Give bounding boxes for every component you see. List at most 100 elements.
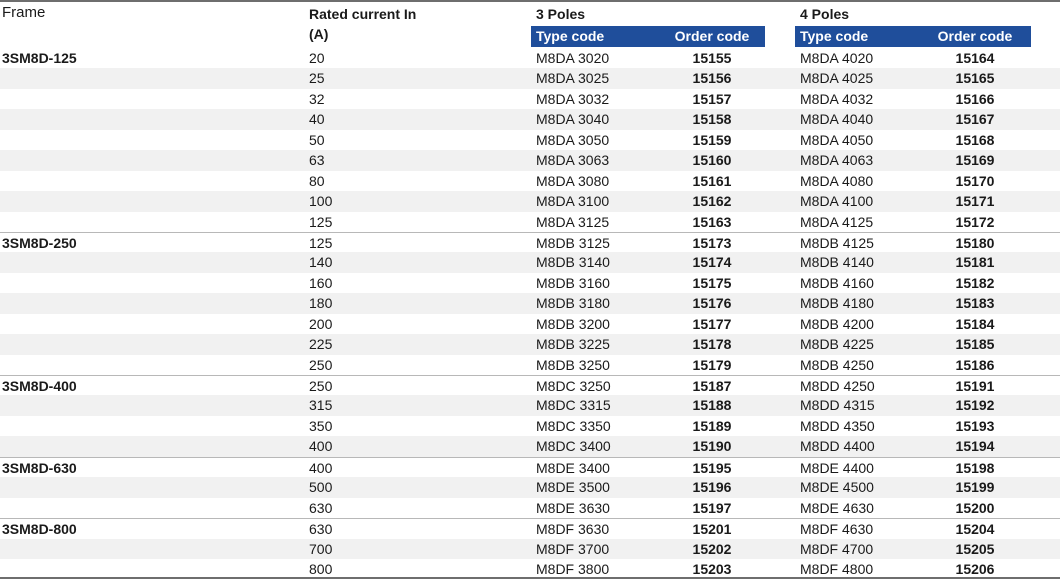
rated-current-cell: 700 bbox=[309, 540, 333, 557]
type-code-3-cell: M8DC 3350 bbox=[536, 417, 611, 434]
type-code-4-cell: M8DE 4500 bbox=[800, 479, 874, 496]
table-row: 140 M8DB 3140 15174 M8DB 4140 15181 bbox=[0, 252, 1060, 273]
order-code-4-cell: 15184 bbox=[955, 315, 995, 332]
type-code-3-cell: M8DC 3315 bbox=[536, 397, 611, 414]
type-code-3-cell: M8DF 3800 bbox=[536, 560, 610, 577]
type-code-3-cell: M8DE 3630 bbox=[536, 499, 610, 516]
order-code-3-cell: 15201 bbox=[692, 521, 732, 538]
type-code-4-cell: M8DA 4125 bbox=[800, 213, 874, 230]
type-code-4-cell: M8DA 4020 bbox=[800, 50, 874, 66]
rated-current-cell: 400 bbox=[309, 438, 333, 455]
table-row: 100 M8DA 3100 15162 M8DA 4100 15171 bbox=[0, 191, 1060, 212]
type-code-3-cell: M8DB 3200 bbox=[536, 315, 610, 332]
order-code-4-cell: 15205 bbox=[955, 540, 995, 557]
rated-current-cell: 400 bbox=[309, 459, 333, 476]
order-code-3-cell: 15179 bbox=[692, 356, 732, 373]
order-code-3-cell: 15177 bbox=[692, 315, 732, 332]
type-code-3-cell: M8DB 3180 bbox=[536, 295, 610, 312]
rated-current-cell: 160 bbox=[309, 274, 333, 291]
order-code-3-cell: 15187 bbox=[692, 378, 732, 394]
order-code-header-3: Order code bbox=[674, 28, 750, 44]
order-code-4-cell: 15206 bbox=[955, 560, 995, 577]
table-row: 50 M8DA 3050 15159 M8DA 4050 15168 bbox=[0, 130, 1060, 150]
rated-current-cell: 20 bbox=[309, 50, 325, 66]
frame-cell: 3SM8D-630 bbox=[2, 459, 77, 476]
rated-current-cell: 800 bbox=[309, 560, 333, 577]
type-code-header-3: Type code bbox=[536, 28, 605, 44]
order-code-4-cell: 15193 bbox=[955, 417, 995, 434]
type-code-3-cell: M8DA 3063 bbox=[536, 152, 610, 169]
rated-current-cell: 500 bbox=[309, 479, 333, 496]
table-row: 3SM8D-400 250 M8DC 3250 15187 M8DD 4250 15191 bbox=[0, 375, 1060, 395]
order-code-3-cell: 15159 bbox=[692, 131, 732, 148]
order-code-4-cell: 15182 bbox=[955, 274, 995, 291]
order-code-4-cell: 15166 bbox=[955, 90, 995, 107]
rated-current-cell: 125 bbox=[309, 213, 333, 230]
order-code-3-cell: 15161 bbox=[692, 172, 732, 189]
type-code-4-cell: M8DA 4050 bbox=[800, 131, 874, 148]
order-code-3-cell: 15202 bbox=[692, 540, 732, 557]
order-code-3-cell: 15156 bbox=[692, 70, 732, 87]
table-row: 3SM8D-800 630 M8DF 3630 15201 M8DF 4630 15204 bbox=[0, 518, 1060, 538]
rated-current-header: Rated current In bbox=[309, 6, 417, 22]
type-code-3-cell: M8DA 3032 bbox=[536, 90, 610, 107]
order-code-3-cell: 15173 bbox=[692, 234, 732, 251]
type-code-4-cell: M8DB 4140 bbox=[800, 254, 874, 271]
table-row: 160 M8DB 3160 15175 M8DB 4160 15182 bbox=[0, 273, 1060, 293]
order-code-4-cell: 15191 bbox=[955, 378, 995, 394]
type-code-3-cell: M8DB 3125 bbox=[536, 234, 610, 251]
type-code-4-cell: M8DF 4800 bbox=[800, 560, 874, 577]
type-code-header-4: Type code bbox=[800, 28, 869, 44]
rated-current-cell: 250 bbox=[309, 378, 333, 394]
rated-current-cell: 630 bbox=[309, 521, 333, 538]
order-code-4-cell: 15200 bbox=[955, 499, 995, 516]
type-code-3-cell: M8DF 3630 bbox=[536, 521, 610, 538]
order-code-4-cell: 15164 bbox=[955, 50, 995, 66]
order-code-4-cell: 15167 bbox=[955, 111, 995, 128]
table-row: 80 M8DA 3080 15161 M8DA 4080 15170 bbox=[0, 171, 1060, 191]
order-code-4-cell: 15169 bbox=[955, 152, 995, 169]
table-row: 400 M8DC 3400 15190 M8DD 4400 15194 bbox=[0, 436, 1060, 457]
type-code-4-cell: M8DA 4100 bbox=[800, 193, 874, 210]
type-code-3-cell: M8DB 3160 bbox=[536, 274, 610, 291]
frame-cell: 3SM8D-800 bbox=[2, 521, 77, 538]
rated-current-cell: 100 bbox=[309, 193, 333, 210]
order-code-3-cell: 15176 bbox=[692, 295, 732, 312]
order-code-4-cell: 15180 bbox=[955, 234, 995, 251]
type-code-4-cell: M8DA 4080 bbox=[800, 172, 874, 189]
type-code-4-cell: M8DB 4200 bbox=[800, 315, 874, 332]
order-code-4-cell: 15186 bbox=[955, 356, 995, 373]
order-code-3-cell: 15162 bbox=[692, 193, 732, 210]
frame-header: Frame bbox=[2, 4, 46, 21]
table-row: 315 M8DC 3315 15188 M8DD 4315 15192 bbox=[0, 395, 1060, 416]
poles-4-header: 4 Poles bbox=[800, 6, 850, 22]
rated-current-cell: 200 bbox=[309, 315, 333, 332]
type-code-4-cell: M8DE 4400 bbox=[800, 459, 874, 476]
order-code-4-cell: 15183 bbox=[955, 295, 995, 312]
type-code-3-cell: M8DE 3500 bbox=[536, 479, 610, 496]
rated-current-cell: 315 bbox=[309, 397, 333, 414]
table-row: 630 M8DE 3630 15197 M8DE 4630 15200 bbox=[0, 498, 1060, 518]
rated-current-cell: 630 bbox=[309, 499, 333, 516]
type-code-4-cell: M8DD 4350 bbox=[800, 417, 875, 434]
frame-cell: 3SM8D-125 bbox=[2, 50, 77, 66]
frame-cell: 3SM8D-250 bbox=[2, 234, 77, 251]
order-code-3-cell: 15175 bbox=[692, 274, 732, 291]
order-code-3-cell: 15197 bbox=[692, 499, 732, 516]
type-code-3-cell: M8DB 3140 bbox=[536, 254, 610, 271]
order-code-3-cell: 15158 bbox=[692, 111, 732, 128]
order-code-3-cell: 15189 bbox=[692, 417, 732, 434]
top-rule bbox=[0, 0, 1060, 2]
table-row: 3SM8D-125 20 M8DA 3020 15155 M8DA 4020 15164 bbox=[0, 48, 1060, 68]
table-row: 3SM8D-250 125 M8DB 3125 15173 M8DB 4125 15180 bbox=[0, 231, 1060, 252]
order-code-header-4: Order code bbox=[937, 28, 1013, 44]
order-code-3-cell: 15195 bbox=[692, 459, 732, 476]
type-code-3-cell: M8DA 3125 bbox=[536, 213, 610, 230]
rated-current-cell: 32 bbox=[309, 90, 325, 107]
order-code-4-cell: 15181 bbox=[955, 254, 995, 271]
order-code-3-cell: 15190 bbox=[692, 438, 732, 455]
rated-current-cell: 63 bbox=[309, 152, 325, 169]
table-row: 180 M8DB 3180 15176 M8DB 4180 15183 bbox=[0, 293, 1060, 314]
type-code-4-cell: M8DA 4025 bbox=[800, 70, 874, 87]
order-code-4-cell: 15204 bbox=[955, 521, 995, 538]
